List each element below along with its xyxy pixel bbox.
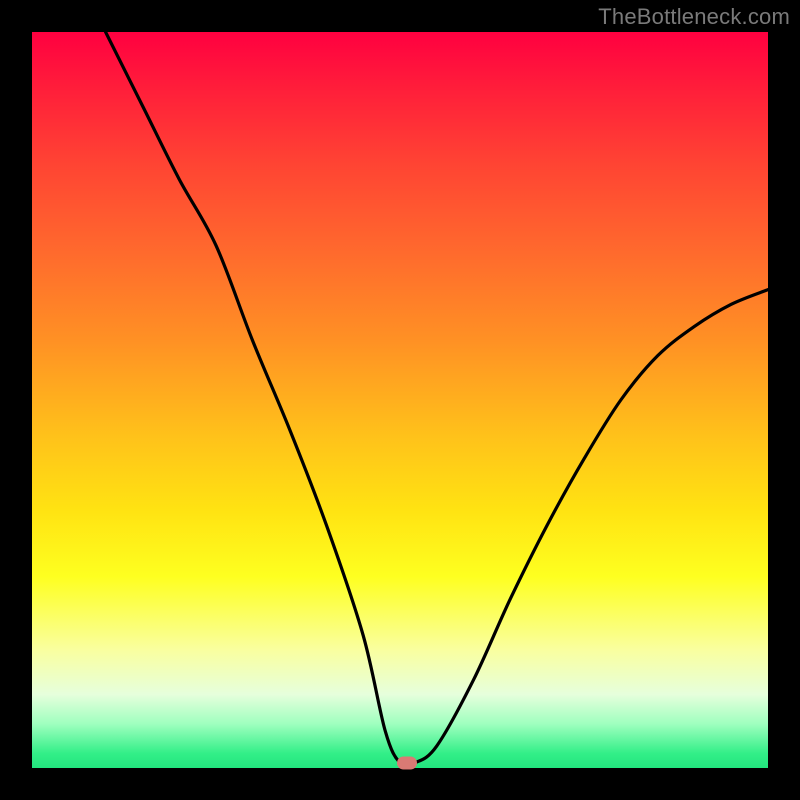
optimal-point-marker: [397, 756, 417, 769]
watermark-text: TheBottleneck.com: [598, 4, 790, 30]
chart-frame: TheBottleneck.com: [0, 0, 800, 800]
bottleneck-curve: [32, 32, 768, 768]
plot-area: [32, 32, 768, 768]
